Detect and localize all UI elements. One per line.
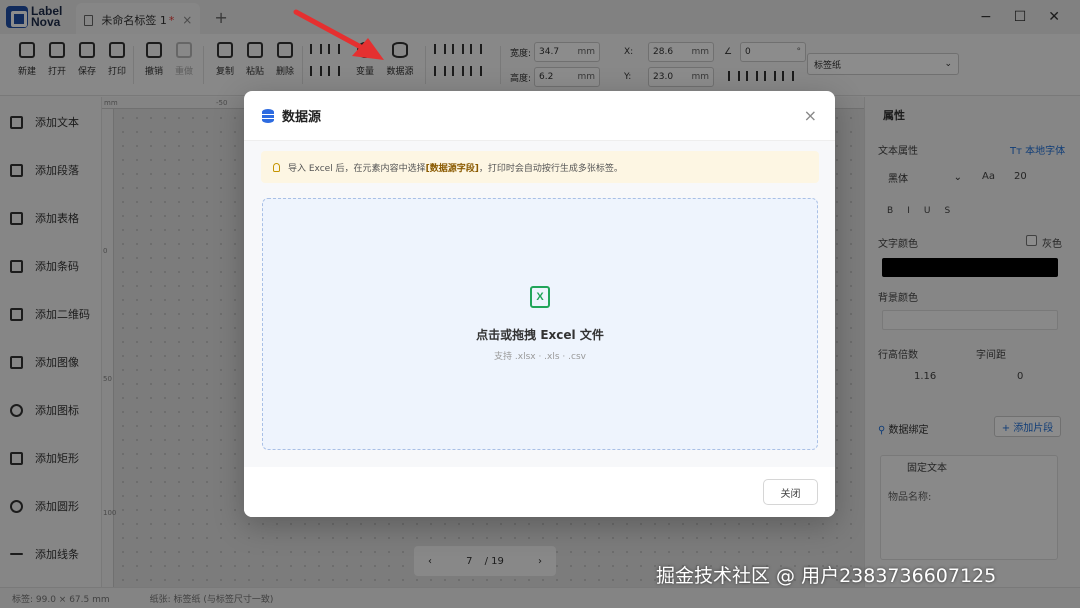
dropzone-title: 点击或拖拽 Excel 文件 <box>476 328 604 342</box>
close-button[interactable]: 关闭 <box>763 479 818 505</box>
excel-file-icon: X <box>530 286 550 308</box>
watermark: 掘金技术社区 @ 用户2383736607125 <box>656 565 997 587</box>
dialog-title: 数据源 <box>282 110 322 125</box>
dropzone-subtitle: 支持 .xlsx · .xls · .csv <box>494 352 586 362</box>
lightbulb-icon <box>273 162 280 172</box>
dialog-header: 数据源 × <box>244 91 835 141</box>
import-tip: 导入 Excel 后，在元素内容中选择 [数据源字段] ，打印时会自动按行生成多张… <box>261 151 819 183</box>
database-icon <box>262 108 274 123</box>
annotation-arrow-icon <box>293 9 384 60</box>
close-icon[interactable]: × <box>804 106 817 125</box>
dialog-footer: 关闭 <box>244 467 835 517</box>
dialog-body: 导入 Excel 后，在元素内容中选择 [数据源字段] ，打印时会自动按行生成多张… <box>244 141 835 467</box>
excel-dropzone[interactable]: X 点击或拖拽 Excel 文件 支持 .xlsx · .xls · .csv <box>262 198 818 450</box>
datasource-dialog: 数据源 × 导入 Excel 后，在元素内容中选择 [数据源字段] ，打印时会自动… <box>244 91 835 517</box>
